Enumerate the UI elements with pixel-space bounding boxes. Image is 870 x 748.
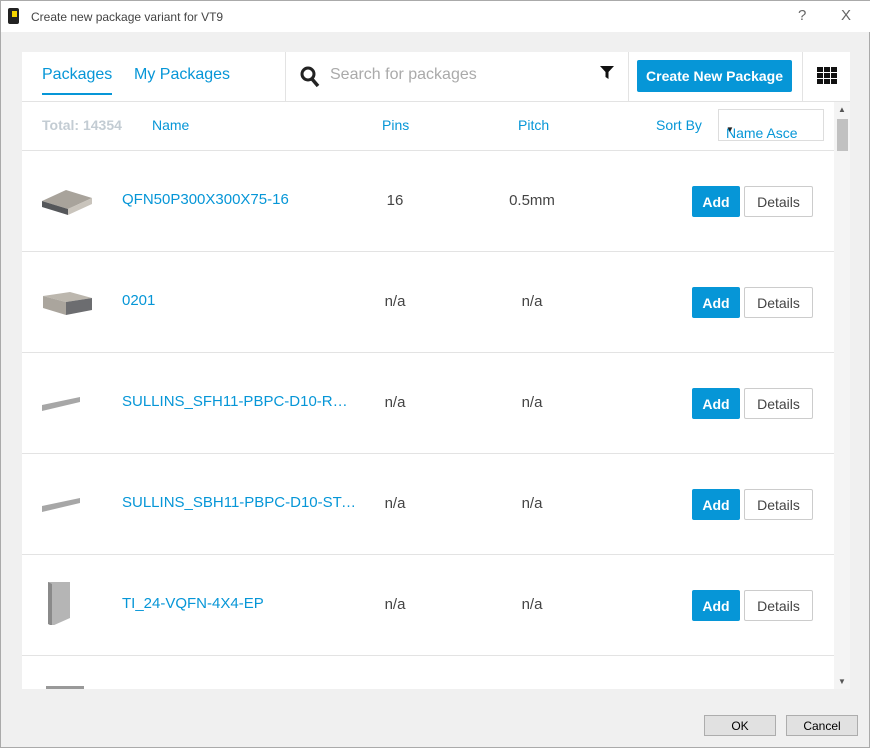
total-count: Total: 14354 — [42, 117, 122, 133]
package-pins: n/a — [384, 293, 406, 310]
help-button[interactable]: ? — [798, 7, 806, 24]
add-button[interactable]: Add — [692, 287, 740, 318]
table-row: SULLINS_SFH11-PBPC-D10-RA-BK n/a n/a Add… — [22, 353, 834, 454]
ok-button[interactable]: OK — [704, 715, 776, 736]
package-list: QFN50P300X300X75-16 16 0.5mm Add Details… — [22, 151, 834, 689]
divider — [628, 52, 629, 102]
scrollbar-thumb[interactable] — [837, 119, 848, 151]
column-name[interactable]: Name — [152, 117, 189, 133]
scrollbar[interactable]: ▲ ▼ — [834, 102, 850, 689]
package-name[interactable]: SULLINS_SFH11-PBPC-D10-RA-BK — [122, 393, 357, 410]
divider — [285, 52, 286, 102]
chevron-down-icon: ▼ — [726, 125, 734, 134]
tab-packages[interactable]: Packages — [42, 66, 113, 95]
package-pitch: n/a — [521, 495, 543, 512]
scroll-down-icon[interactable]: ▼ — [838, 677, 846, 686]
details-button[interactable]: Details — [744, 590, 813, 621]
package-thumbnail — [46, 686, 84, 689]
sort-value: Name Asce — [726, 125, 798, 141]
package-pins: 16 — [386, 192, 404, 209]
package-pitch: n/a — [521, 293, 543, 310]
divider — [802, 52, 803, 102]
package-pitch: n/a — [521, 394, 543, 411]
package-thumbnail — [48, 582, 70, 625]
scroll-up-icon[interactable]: ▲ — [838, 105, 846, 114]
package-pitch: n/a — [521, 596, 543, 613]
package-thumbnail — [43, 292, 92, 315]
table-row: QFN50P300X300X75-16 16 0.5mm Add Details — [22, 151, 834, 252]
column-pins[interactable]: Pins — [382, 117, 409, 133]
column-header: Total: 14354 Name Pins Pitch Sort By Nam… — [22, 102, 834, 151]
window-title: Create new package variant for VT9 — [31, 10, 224, 24]
package-name[interactable]: SULLINS_SBH11-PBPC-D10-ST-BK — [122, 494, 357, 511]
package-pins: n/a — [384, 394, 406, 411]
details-button[interactable]: Details — [744, 186, 813, 217]
package-browser: Packages My Packages Create New Package … — [22, 52, 850, 689]
search-icon — [300, 66, 320, 88]
details-button[interactable]: Details — [744, 388, 813, 419]
tab-my-packages[interactable]: My Packages — [134, 66, 230, 84]
filter-icon[interactable] — [600, 66, 614, 80]
table-row: TI_24-VQFN-4X4-EP n/a n/a Add Details — [22, 555, 834, 656]
package-thumbnail — [42, 190, 92, 215]
package-thumbnail — [42, 498, 80, 512]
details-button[interactable]: Details — [744, 287, 813, 318]
add-button[interactable]: Add — [692, 489, 740, 520]
package-thumbnail — [42, 397, 80, 411]
package-pitch: 0.5mm — [509, 192, 555, 209]
add-button[interactable]: Add — [692, 388, 740, 419]
add-button[interactable]: Add — [692, 590, 740, 621]
package-name[interactable]: 0201 — [122, 292, 155, 309]
search-input[interactable] — [330, 62, 590, 88]
grid-view-icon[interactable] — [817, 67, 837, 85]
toolbar: Packages My Packages Create New Package — [22, 52, 850, 102]
package-pins: n/a — [384, 495, 406, 512]
column-pitch[interactable]: Pitch — [518, 117, 549, 133]
table-row: 0201 n/a n/a Add Details — [22, 252, 834, 353]
package-name[interactable]: TI_24-VQFN-4X4-EP — [122, 595, 264, 612]
close-button[interactable]: X — [841, 7, 851, 24]
details-button[interactable]: Details — [744, 489, 813, 520]
sort-by-label: Sort By — [656, 117, 702, 133]
package-name[interactable]: QFN50P300X300X75-16 — [122, 191, 289, 208]
sort-dropdown[interactable]: Name Asce ▼ — [718, 109, 824, 141]
cancel-button[interactable]: Cancel — [786, 715, 858, 736]
table-row: SULLINS_SBH11-PBPC-D10-ST-BK n/a n/a Add… — [22, 454, 834, 555]
title-bar: Create new package variant for VT9 ? X — [1, 1, 870, 32]
app-icon — [8, 8, 19, 24]
add-button[interactable]: Add — [692, 186, 740, 217]
create-new-package-button[interactable]: Create New Package — [637, 60, 792, 92]
table-row-partial — [22, 656, 834, 689]
package-pins: n/a — [384, 596, 406, 613]
